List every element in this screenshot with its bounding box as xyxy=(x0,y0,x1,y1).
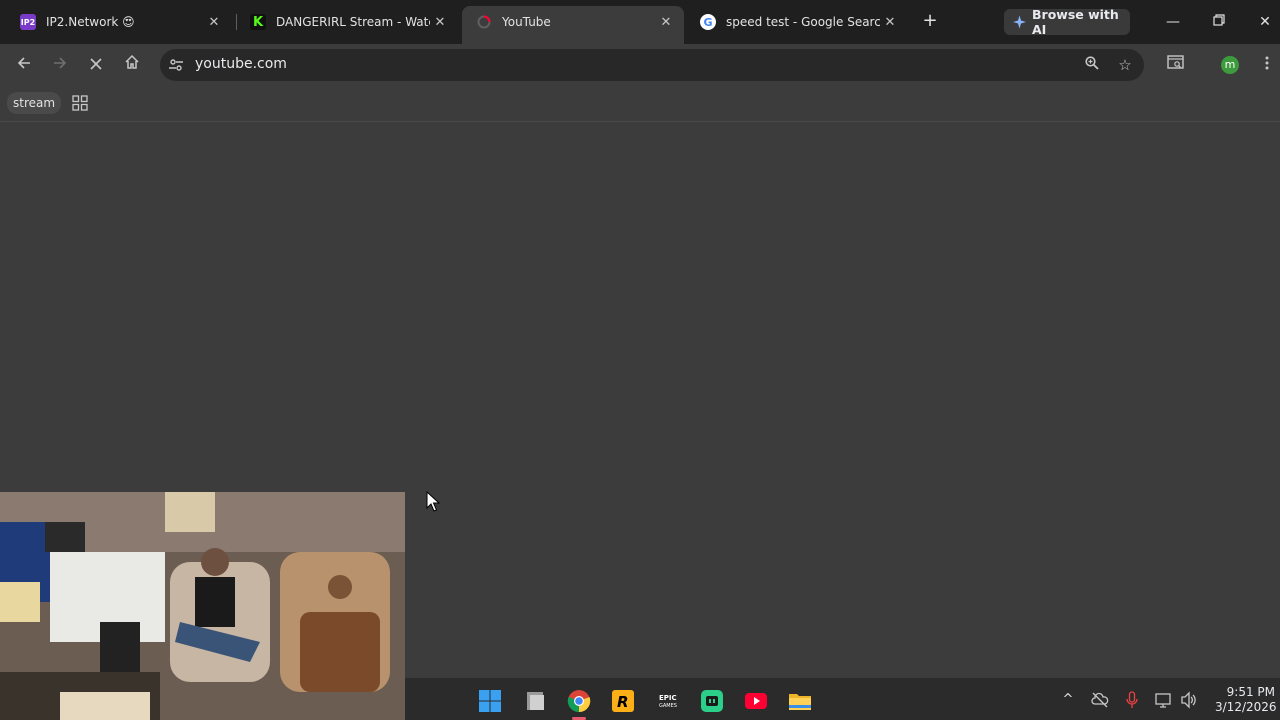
close-window-button[interactable]: ✕ xyxy=(1255,12,1275,32)
close-icon[interactable]: ✕ xyxy=(656,15,676,30)
network-icon[interactable] xyxy=(1155,691,1173,709)
arrow-right-icon xyxy=(54,57,67,69)
apps-grid-icon[interactable] xyxy=(72,95,88,111)
zoom-icon[interactable] xyxy=(1083,56,1101,74)
tab-title: speed test - Google Search xyxy=(726,15,880,29)
menu-button[interactable] xyxy=(1255,53,1279,77)
back-button[interactable] xyxy=(12,53,36,77)
svg-text:R: R xyxy=(617,693,629,711)
green-app-icon[interactable] xyxy=(700,689,724,713)
close-icon[interactable]: ✕ xyxy=(880,15,900,30)
tab-search-button[interactable] xyxy=(1164,53,1188,77)
chrome-icon[interactable] xyxy=(567,689,591,713)
profile-avatar[interactable]: m xyxy=(1221,56,1239,74)
more-vert-icon xyxy=(1265,56,1269,70)
minimize-button[interactable]: — xyxy=(1163,12,1183,32)
bookmark-stream[interactable]: stream xyxy=(7,92,62,114)
forward-button[interactable] xyxy=(48,53,72,77)
youtube-app-icon[interactable] xyxy=(744,689,768,713)
stop-loading-button[interactable] xyxy=(84,53,108,77)
show-hidden-icons-button[interactable]: ^ xyxy=(1058,690,1078,710)
svg-text:EPIC: EPIC xyxy=(659,694,677,702)
google-favicon-icon: G xyxy=(700,14,716,30)
svg-text:GAMES: GAMES xyxy=(659,703,677,709)
webcam-video-image xyxy=(0,492,405,720)
close-icon[interactable]: ✕ xyxy=(430,15,450,30)
restore-button[interactable] xyxy=(1209,12,1229,32)
sparkle-icon xyxy=(1013,15,1026,29)
tab-strip: IP2 IP2.Network 😍 ✕ K DANGERIRL Stream -… xyxy=(0,0,1280,44)
kick-favicon-icon: K xyxy=(250,14,266,30)
new-tab-button[interactable]: + xyxy=(918,10,942,34)
loading-spinner-icon xyxy=(476,14,492,30)
tab-ip2-network[interactable]: IP2 IP2.Network 😍 ✕ xyxy=(6,6,232,38)
file-explorer-icon[interactable] xyxy=(788,689,812,713)
tab-title: IP2.Network 😍 xyxy=(46,15,135,29)
clock-date: 3/12/2026 xyxy=(1215,700,1277,714)
site-info-icon[interactable] xyxy=(168,57,184,73)
webcam-overlay xyxy=(0,492,405,720)
close-icon[interactable]: ✕ xyxy=(204,15,224,30)
tab-title: DANGERIRL Stream - Watch Live on Kick xyxy=(276,15,430,29)
browser-toolbar: youtube.com ☆ m xyxy=(0,44,1280,86)
tab-dangerirl-kick[interactable]: K DANGERIRL Stream - Watch Live on Kick … xyxy=(236,6,458,38)
home-icon xyxy=(125,54,139,69)
system-clock[interactable]: 9:51 PM 3/12/2026 xyxy=(1215,685,1277,715)
taskbar: R EPIC GAMES ^ 9:51 PM 3/12/2026 xyxy=(405,678,1280,720)
tab-google-search[interactable]: G speed test - Google Search ✕ xyxy=(686,6,908,38)
bookmarks-bar: stream xyxy=(0,86,1280,122)
home-button[interactable] xyxy=(120,53,144,77)
rockstar-launcher-icon[interactable]: R xyxy=(611,689,635,713)
cloud-off-icon[interactable] xyxy=(1091,691,1109,709)
arrow-left-icon xyxy=(17,57,30,69)
microphone-icon[interactable] xyxy=(1125,691,1139,709)
task-view-icon[interactable] xyxy=(523,689,547,713)
tab-youtube[interactable]: YouTube ✕ xyxy=(462,6,684,44)
restore-icon xyxy=(1213,14,1225,26)
volume-icon[interactable] xyxy=(1180,691,1198,709)
close-icon xyxy=(90,58,102,70)
browse-with-ai-button[interactable]: Browse with AI xyxy=(1004,7,1130,37)
ip2-favicon-icon: IP2 xyxy=(20,14,36,30)
epic-games-icon[interactable]: EPICGAMES xyxy=(655,689,679,713)
tab-title: YouTube xyxy=(502,15,551,29)
bookmark-star-icon[interactable]: ☆ xyxy=(1116,56,1134,74)
tab-search-icon xyxy=(1167,55,1184,69)
browse-with-ai-label: Browse with AI xyxy=(1032,7,1119,37)
mouse-cursor-icon xyxy=(426,491,440,512)
windows-start-icon[interactable] xyxy=(478,689,502,713)
address-bar[interactable]: youtube.com ☆ xyxy=(160,49,1144,81)
clock-time: 9:51 PM xyxy=(1226,685,1275,699)
url-text: youtube.com xyxy=(195,56,287,72)
